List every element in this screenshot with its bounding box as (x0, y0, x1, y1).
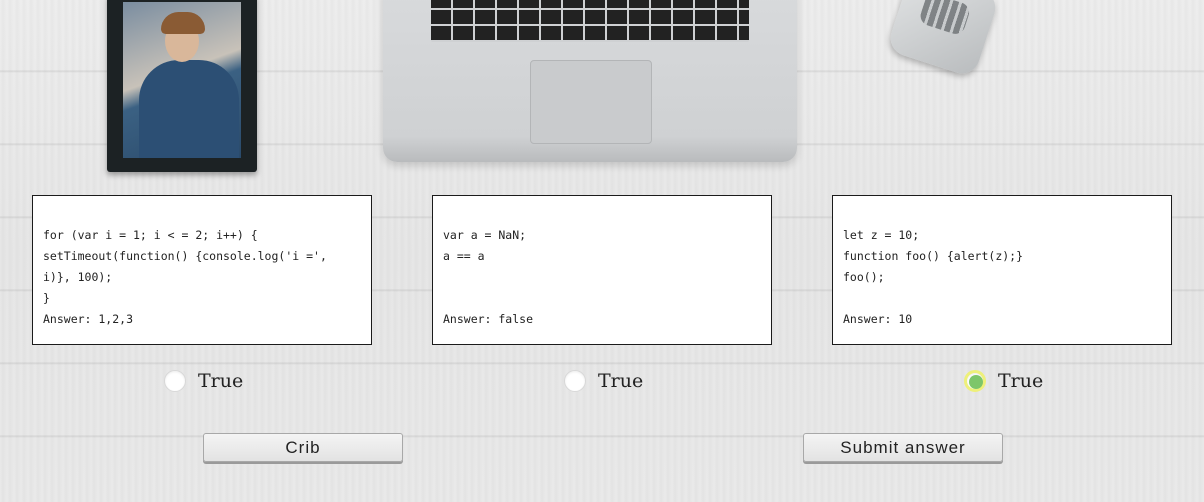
radio-button-3[interactable] (964, 370, 986, 392)
question-card-2: var a = NaN; a == a Answer: false (432, 195, 772, 345)
radio-button-1[interactable] (164, 370, 186, 392)
question-card-1: for (var i = 1; i < = 2; i++) { setTimeo… (32, 195, 372, 345)
framed-photo (107, 0, 257, 172)
photo-person-hair (161, 12, 205, 34)
radio-label-2: True (598, 370, 644, 392)
radio-label-3: True (998, 370, 1044, 392)
phone-keypad (918, 0, 972, 37)
laptop-keyboard (431, 0, 749, 42)
question-code-2: var a = NaN; a == a Answer: false (443, 228, 534, 326)
phone-illustration (885, 0, 1001, 79)
true-option-2[interactable]: True (564, 368, 643, 394)
radio-button-2[interactable] (564, 370, 586, 392)
photo-image (123, 2, 241, 158)
submit-answer-button[interactable]: Submit answer (803, 433, 1003, 462)
question-card-3: let z = 10; function foo() {alert(z);} f… (832, 195, 1172, 345)
question-code-1: for (var i = 1; i < = 2; i++) { setTimeo… (43, 228, 327, 326)
photo-person-body (139, 60, 239, 158)
radio-label-1: True (198, 370, 244, 392)
true-option-1[interactable]: True (164, 368, 243, 394)
crib-button[interactable]: Crib (203, 433, 403, 462)
question-code-3: let z = 10; function foo() {alert(z);} f… (843, 228, 1024, 326)
laptop-trackpad (530, 60, 652, 144)
true-option-3[interactable]: True (964, 368, 1043, 394)
laptop-illustration (383, 0, 797, 162)
